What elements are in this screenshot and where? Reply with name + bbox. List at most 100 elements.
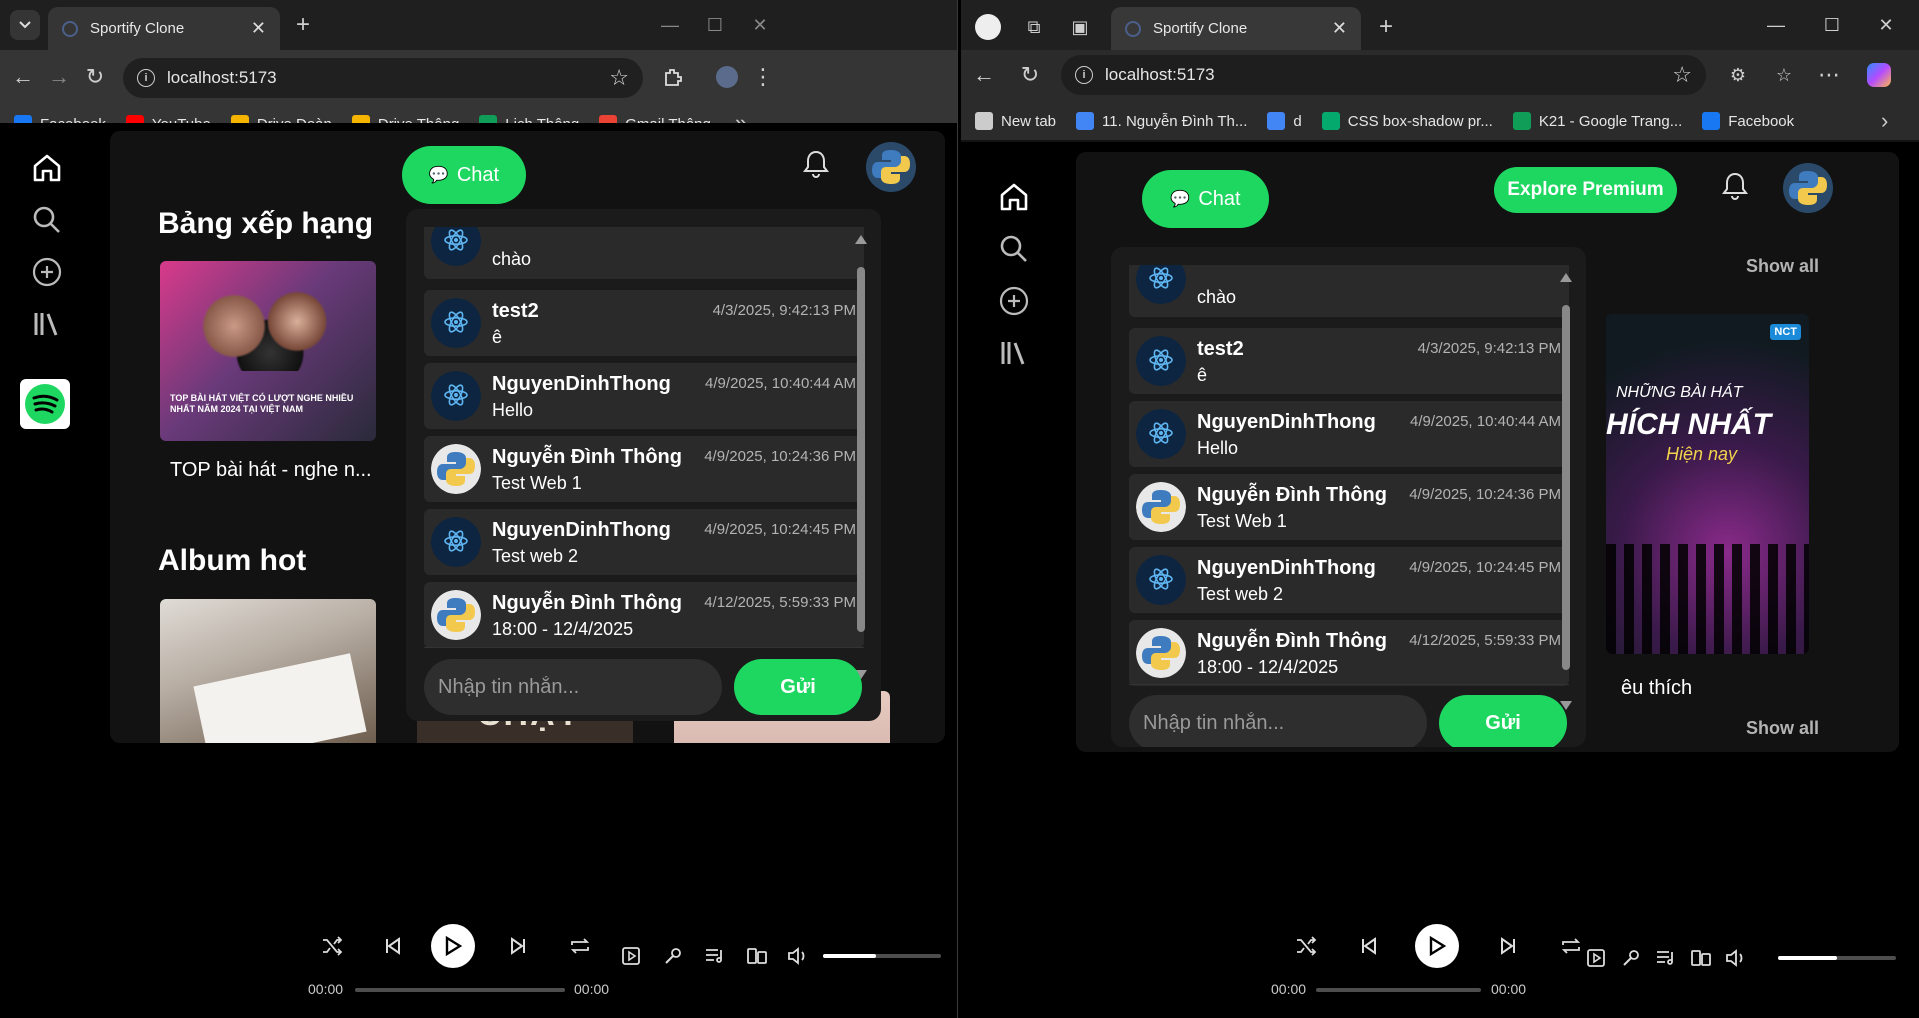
browser-tab[interactable]: Sportify Clone ✕ xyxy=(48,7,280,50)
bookmark-2[interactable]: 11. Nguyễn Đình Th... xyxy=(1076,112,1247,130)
next-icon[interactable] xyxy=(1493,931,1523,961)
shuffle-icon[interactable] xyxy=(317,931,347,961)
progress-bar[interactable] xyxy=(1316,988,1481,992)
close-window-icon[interactable]: ✕ xyxy=(745,10,775,40)
back-icon[interactable]: ← xyxy=(969,60,999,90)
bookmark-4[interactable]: CSS box-shadow pr... xyxy=(1321,112,1493,130)
maximize-icon[interactable]: ☐ xyxy=(1817,10,1847,40)
user-avatar[interactable] xyxy=(866,142,916,192)
bookmark-5[interactable]: K21 - Google Trang... xyxy=(1512,112,1682,130)
chat-button[interactable]: 💬 Chat xyxy=(1142,170,1269,228)
workspaces-icon[interactable]: ⧉ xyxy=(1019,12,1049,42)
close-tab-icon[interactable]: ✕ xyxy=(1332,18,1347,39)
volume-slider[interactable] xyxy=(823,954,941,958)
bookmark-1[interactable]: New tab xyxy=(975,112,1056,130)
queue-icon[interactable] xyxy=(1651,943,1681,973)
user-avatar[interactable] xyxy=(1783,163,1833,213)
progress-bar[interactable] xyxy=(355,988,565,992)
search-icon[interactable] xyxy=(30,203,64,237)
copilot-icon[interactable] xyxy=(1864,60,1894,90)
home-icon[interactable] xyxy=(997,180,1031,214)
show-all-link[interactable]: Show all xyxy=(1746,256,1819,277)
bookmark-3[interactable]: d xyxy=(1267,112,1302,130)
repeat-icon[interactable] xyxy=(565,931,595,961)
extensions-icon[interactable]: ⚙ xyxy=(1723,60,1753,90)
maximize-icon[interactable]: ☐ xyxy=(700,10,730,40)
menu-kebab-icon[interactable]: ⋮ xyxy=(748,62,778,92)
more-bookmarks-icon[interactable]: › xyxy=(1881,108,1888,134)
bell-icon[interactable] xyxy=(1721,171,1749,201)
chat-messages[interactable]: chào test2 4/3/2025, 9:42:13 PM ê NguyenDinh… xyxy=(424,227,864,652)
bell-icon[interactable] xyxy=(802,149,830,179)
profile-icon[interactable] xyxy=(973,12,1003,42)
add-icon[interactable] xyxy=(30,255,64,289)
connect-device-icon[interactable] xyxy=(1686,943,1716,973)
google-sheets-icon xyxy=(1512,112,1531,130)
library-icon[interactable] xyxy=(30,307,64,341)
browser-tab[interactable]: Sportify Clone ✕ xyxy=(1111,7,1361,50)
send-button[interactable]: Gửi xyxy=(734,659,862,715)
site-info-icon[interactable]: i xyxy=(137,69,155,87)
volume-icon[interactable] xyxy=(1721,943,1751,973)
now-playing-view-icon[interactable] xyxy=(616,941,646,971)
desktop: Sportify Clone ✕ + — ☐ ✕ ← → ↻ i localho… xyxy=(0,0,1919,1018)
message-text: chào xyxy=(1197,287,1237,307)
new-tab-button[interactable]: + xyxy=(1371,12,1401,42)
chat-scrollbar[interactable] xyxy=(1559,265,1573,747)
previous-icon[interactable] xyxy=(378,931,408,961)
chart-card-image[interactable]: NCT NHỮNG BÀI HÁT HÍCH NHẤT Hiện nay xyxy=(1606,314,1809,654)
volume-icon[interactable] xyxy=(783,941,813,971)
explore-premium-button[interactable]: Explore Premium xyxy=(1494,167,1677,213)
lyrics-mic-icon[interactable] xyxy=(658,941,688,971)
previous-icon[interactable] xyxy=(1354,931,1384,961)
favorite-star-icon[interactable]: ☆ xyxy=(1672,62,1692,88)
album-card-image[interactable] xyxy=(160,599,376,743)
queue-icon[interactable] xyxy=(700,941,730,971)
vertical-tabs-icon[interactable]: ▣ xyxy=(1065,12,1095,42)
new-tab-button[interactable]: + xyxy=(288,10,318,40)
home-icon[interactable] xyxy=(30,151,64,185)
card-caption[interactable]: TOP bài hát - nghe n... xyxy=(170,459,372,482)
minimize-icon[interactable]: — xyxy=(655,10,685,40)
bookmark-star-icon[interactable]: ☆ xyxy=(609,65,629,91)
profile-avatar-icon[interactable] xyxy=(712,62,742,92)
chat-messages[interactable]: chào test2 4/3/2025, 9:42:13 PM ê NguyenDinh… xyxy=(1129,265,1569,688)
close-window-icon[interactable]: ✕ xyxy=(1871,10,1901,40)
send-button[interactable]: Gửi xyxy=(1439,695,1567,747)
connect-device-icon[interactable] xyxy=(742,941,772,971)
tab-search-button[interactable] xyxy=(10,10,40,40)
chart-card-image[interactable]: TOP BÀI HÁT VIỆT CÓ LƯỢT NGHE NHIỀU NHẤT… xyxy=(160,261,376,441)
now-playing-view-icon[interactable] xyxy=(1581,943,1611,973)
show-all-link[interactable]: Show all xyxy=(1746,718,1819,739)
chat-message-input[interactable] xyxy=(424,659,722,715)
add-icon[interactable] xyxy=(997,284,1031,318)
card-caption[interactable]: êu thích xyxy=(1621,677,1692,700)
url-field[interactable]: i localhost:5173 ☆ xyxy=(123,58,643,98)
forward-icon[interactable]: → xyxy=(44,62,74,92)
favorites-icon[interactable]: ☆ xyxy=(1769,60,1799,90)
play-button[interactable] xyxy=(431,924,475,968)
reload-icon[interactable]: ↻ xyxy=(80,62,110,92)
play-button[interactable] xyxy=(1415,924,1459,968)
menu-dots-icon[interactable]: ⋯ xyxy=(1814,60,1844,90)
reload-icon[interactable]: ↻ xyxy=(1015,60,1045,90)
bookmark-6[interactable]: Facebook xyxy=(1702,112,1794,130)
next-icon[interactable] xyxy=(503,931,533,961)
close-tab-icon[interactable]: ✕ xyxy=(251,18,266,39)
search-icon[interactable] xyxy=(997,232,1031,266)
minimize-icon[interactable]: — xyxy=(1761,10,1791,40)
google-docs-icon xyxy=(1267,112,1286,130)
lyrics-mic-icon[interactable] xyxy=(1616,943,1646,973)
url-field[interactable]: i localhost:5173 ☆ xyxy=(1061,55,1706,95)
library-icon[interactable] xyxy=(997,336,1031,370)
shuffle-icon[interactable] xyxy=(1291,931,1321,961)
message-timestamp: 4/9/2025, 10:24:36 PM xyxy=(704,448,856,465)
back-icon[interactable]: ← xyxy=(8,62,38,92)
site-info-icon[interactable]: i xyxy=(1075,66,1093,84)
volume-slider[interactable] xyxy=(1778,956,1896,960)
extensions-icon[interactable] xyxy=(658,62,688,92)
spotify-logo[interactable] xyxy=(20,379,70,429)
chat-message-input[interactable] xyxy=(1129,695,1427,747)
bookmark-label: CSS box-shadow pr... xyxy=(1347,112,1493,130)
chat-button[interactable]: 💬 Chat xyxy=(402,146,526,204)
